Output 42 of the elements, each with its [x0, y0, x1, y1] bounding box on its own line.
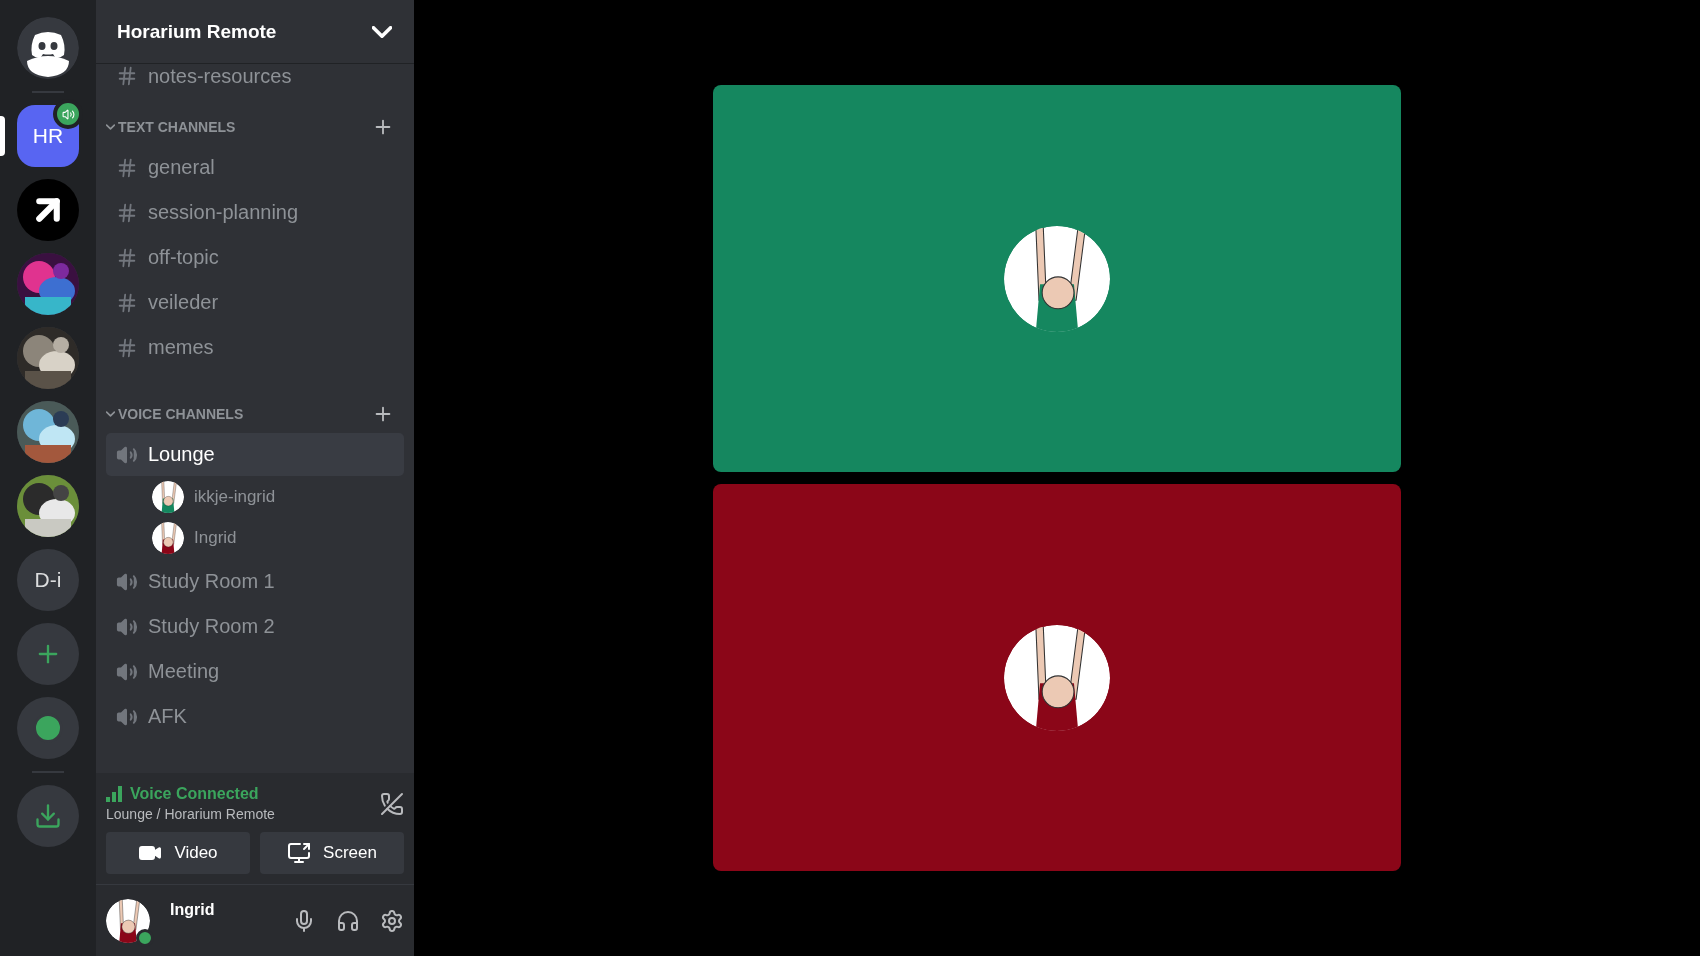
voice-participant[interactable]: Ingrid: [106, 517, 404, 558]
channel-item[interactable]: Study Room 1: [106, 560, 404, 603]
server-icon[interactable]: D-i: [17, 549, 79, 611]
settings-icon[interactable]: [380, 908, 404, 933]
channel-item[interactable]: Meeting: [106, 650, 404, 693]
hash-icon: [116, 246, 138, 269]
channel-item[interactable]: Lounge: [106, 433, 404, 476]
home-button[interactable]: [17, 17, 79, 79]
category-header[interactable]: VOICE CHANNELS: [106, 406, 244, 422]
channel-item[interactable]: Study Room 2: [106, 605, 404, 648]
channel-item[interactable]: session-planning: [106, 191, 404, 234]
voice-status[interactable]: Voice Connected: [106, 785, 275, 803]
disconnect-icon[interactable]: [380, 791, 404, 816]
chevron-down-icon: [372, 25, 392, 38]
video-button[interactable]: Video: [106, 832, 250, 874]
hash-icon: [116, 336, 138, 359]
hash-icon: [116, 156, 138, 179]
hash-icon: [116, 201, 138, 224]
user-avatar: [106, 898, 150, 943]
channel-item[interactable]: veileder: [106, 281, 404, 324]
user-avatar: [152, 521, 184, 554]
voice-location[interactable]: Lounge / Horarium Remote: [106, 806, 275, 822]
screen-share-button[interactable]: Screen: [260, 832, 404, 874]
selected-indicator: [0, 116, 5, 156]
download-icon: [34, 802, 62, 830]
hash-icon: [116, 291, 138, 314]
discord-logo-icon: [17, 17, 79, 79]
channel-item[interactable]: AFK: [106, 695, 404, 738]
user-avatar: [152, 480, 184, 513]
headphones-icon[interactable]: [336, 908, 360, 933]
channel-name[interactable]: notes-resources: [148, 64, 292, 88]
voice-participant[interactable]: ikkje-ingrid: [106, 476, 404, 517]
category-header[interactable]: TEXT CHANNELS: [106, 119, 236, 135]
hash-icon: [116, 65, 138, 87]
chevron-down-icon: [106, 124, 115, 130]
screen-share-icon: [287, 841, 312, 865]
signal-icon: [106, 786, 124, 802]
channel-item[interactable]: memes: [106, 326, 404, 369]
channel-item[interactable]: general: [106, 146, 404, 189]
chevron-down-icon: [106, 411, 115, 417]
channel-item[interactable]: off-topic: [106, 236, 404, 279]
username: Ingrid: [170, 901, 216, 919]
